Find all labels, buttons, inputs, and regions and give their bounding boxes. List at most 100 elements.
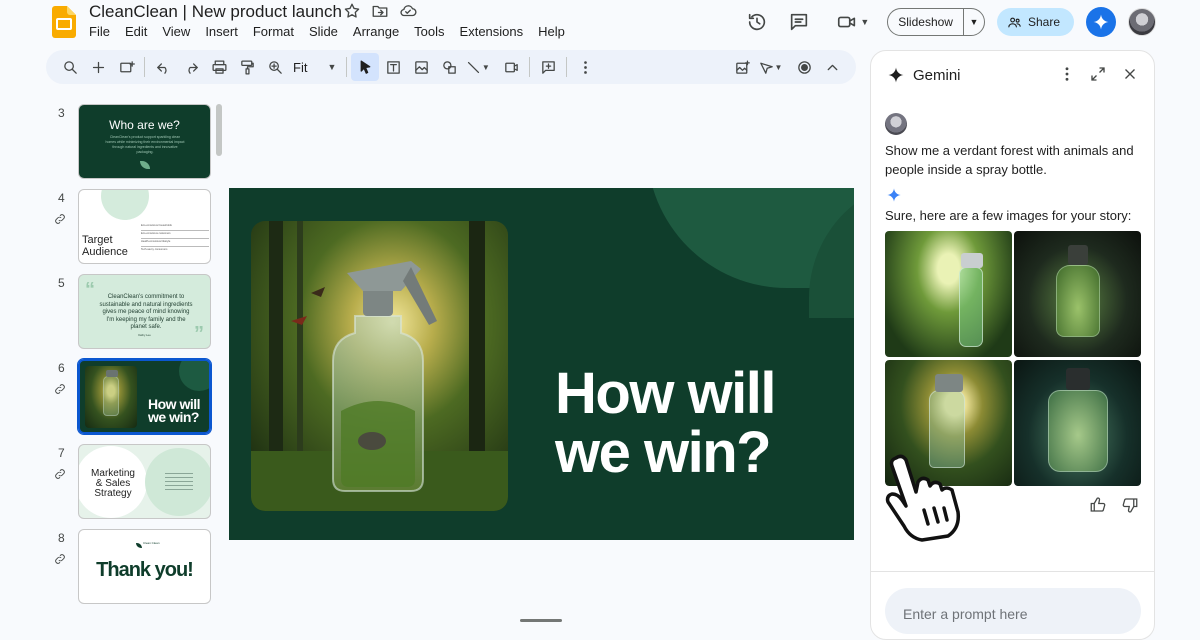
thumb-title: How will we win? [148,396,201,425]
more-icon[interactable] [571,53,599,81]
text-box-icon[interactable] [379,53,407,81]
menu-insert[interactable]: Insert [205,24,245,39]
comment-icon[interactable] [534,53,562,81]
line-icon[interactable]: ▼ [463,53,491,81]
slide-thumbnail-8[interactable]: Clean Clean Thank you! [78,529,211,604]
menu-view[interactable]: View [162,24,197,39]
thumb-brand: Clean Clean [143,541,160,545]
slide-number: 6 [58,361,65,375]
menu-arrange[interactable]: Arrange [353,24,406,39]
filmstrip-scrollbar[interactable] [216,104,222,156]
slide-number: 7 [58,446,65,460]
slide-number: 8 [58,531,65,545]
add-icon[interactable] [84,53,112,81]
thumbs-down-icon[interactable] [1121,496,1139,519]
slide-number: 5 [58,276,65,290]
image-icon[interactable] [407,53,435,81]
record-icon[interactable] [790,53,818,81]
slide-thumbnail-6[interactable]: How will we win? [77,358,212,435]
chevron-down-icon[interactable]: ▼ [964,17,984,27]
menu-format[interactable]: Format [253,24,301,39]
thumb-table: Eco-conscious households Eco-conscious c… [141,223,209,255]
menu-help[interactable]: Help [538,24,572,39]
thumbs-up-icon[interactable] [1089,496,1107,519]
gemini-title: Gemini [913,67,961,84]
zoom-icon[interactable] [261,53,289,81]
forest-spray-bottle-image[interactable] [251,221,508,511]
share-button[interactable]: Share [996,8,1074,36]
hand-pointer-cursor [882,452,966,547]
close-icon[interactable] [1121,65,1139,88]
share-label: Share [1027,15,1060,29]
menu-slide[interactable]: Slide [309,24,345,39]
thumb-title: Target Audience [82,234,128,258]
transition-icon[interactable]: ▼ [756,53,784,81]
star-icon[interactable] [343,2,361,20]
menu-edit[interactable]: Edit [125,24,154,39]
slide-thumbnail-4[interactable]: Target Audience Eco-conscious households… [78,189,211,264]
menu-extensions[interactable]: Extensions [460,24,531,39]
slide-heading[interactable]: How will we win? [555,361,777,485]
redo-icon[interactable] [177,53,205,81]
thumb-attribution: Kathy Lee [138,333,151,337]
thumb-title: Who are we? [109,118,180,132]
collapse-toolbar-icon[interactable] [818,53,846,81]
undo-icon[interactable] [149,53,177,81]
slide-thumbnail-5[interactable]: “ CleanClean's commitment to sustainable… [78,274,211,349]
chevron-down-icon: ▼ [327,62,337,72]
slideshow-button[interactable]: Slideshow ▼ [887,8,985,36]
quote-open-icon: “ [85,279,95,301]
slide-canvas[interactable]: How will we win? [229,188,854,540]
slide-number: 4 [58,191,65,205]
thumb-quote: CleanClean's commitment to sustainable a… [99,294,193,330]
prompt-input[interactable]: Enter a prompt here [885,588,1141,634]
thumb-row: Health-conscious lifestyle [141,239,209,247]
print-icon[interactable] [205,53,233,81]
menu-tools[interactable]: Tools [414,24,451,39]
move-folder-icon[interactable] [371,2,389,20]
comments-icon[interactable] [788,11,810,33]
thumb-image [85,366,137,428]
generated-image-4[interactable] [1014,360,1141,486]
linked-slide-icon [53,467,67,486]
leaf-icon [140,161,150,169]
search-icon[interactable] [56,53,84,81]
user-avatar [885,113,907,135]
brand-leaf-icon [136,543,142,548]
cloud-saved-icon[interactable] [399,2,417,20]
heading-line-1: How will [555,361,777,426]
avatar[interactable] [1128,8,1156,36]
more-options-icon[interactable] [1058,65,1076,88]
heading-line-2: we win? [555,420,772,485]
gemini-response: Sure, here are a few images for your sto… [885,208,1132,223]
expand-icon[interactable] [1089,65,1107,88]
decorative-leaf [179,361,209,391]
gemini-panel: Gemini Show me a verdant forest with ani… [870,50,1155,640]
generated-image-1[interactable] [885,231,1012,357]
meet-icon[interactable]: ▼ [836,11,869,33]
people-icon [1007,15,1022,30]
slideshow-label[interactable]: Slideshow [888,9,964,35]
linked-slide-icon [53,212,67,231]
thumb-row: Eco-conscious customers [141,231,209,239]
zoom-select[interactable]: Fit ▼ [293,60,336,75]
version-history-icon[interactable] [746,11,768,33]
toolbar: Fit ▼ ▼ ▼ [46,50,856,84]
slide-thumbnail-3[interactable]: Who are we? CleanClean's product support… [78,104,211,179]
shape-icon[interactable] [435,53,463,81]
slide-number: 3 [58,106,65,120]
generated-image-2[interactable] [1014,231,1141,357]
speaker-notes-handle[interactable] [520,619,562,622]
gemini-sparkle-icon[interactable] [1086,7,1116,37]
menu-file[interactable]: File [89,24,117,39]
new-slide-icon[interactable] [112,53,140,81]
select-icon[interactable] [351,53,380,81]
video-icon[interactable] [497,53,525,81]
thumb-row: Tech-savvy consumers [141,248,168,251]
slides-logo[interactable] [52,6,76,38]
gemini-response-sparkle-icon [886,187,902,208]
slide-thumbnail-7[interactable]: Marketing & Sales Strategy [78,444,211,519]
background-icon[interactable] [728,53,756,81]
paint-format-icon[interactable] [233,53,261,81]
document-title[interactable]: CleanClean | New product launch [89,2,342,22]
